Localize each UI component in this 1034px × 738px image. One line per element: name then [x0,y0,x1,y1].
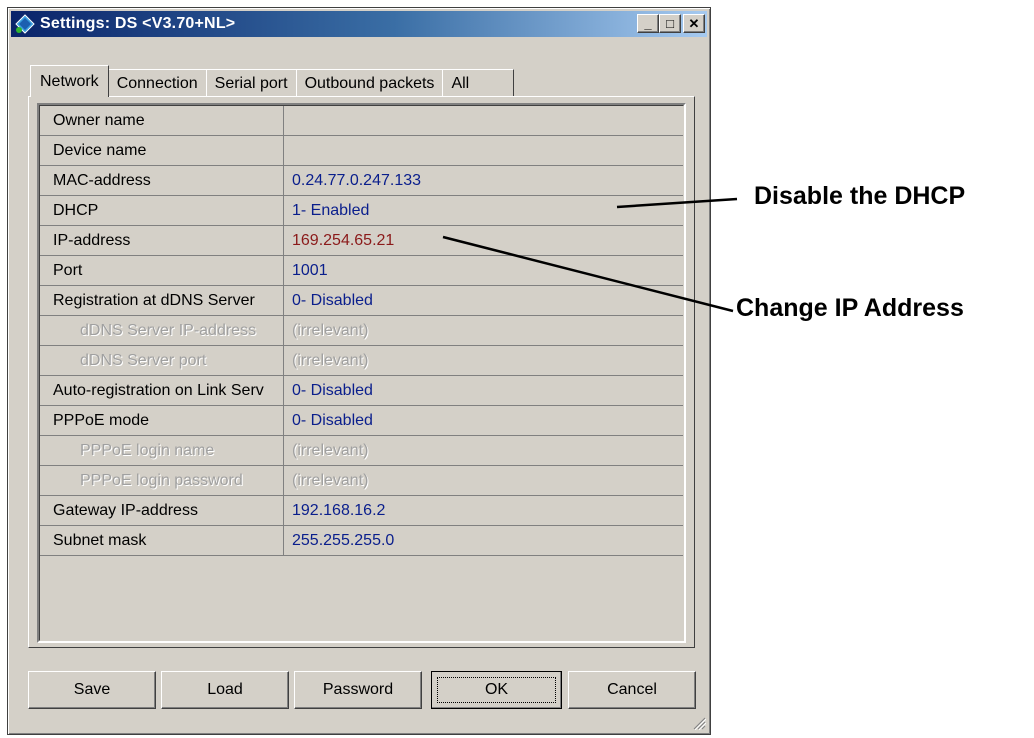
annotation-arrows [442,197,738,313]
ip-pointer-line [442,235,734,313]
dhcp-pointer-line [616,197,738,209]
annotation-change-ip: Change IP Address [736,294,964,322]
annotation-disable-dhcp: Disable the DHCP [754,182,966,210]
tab-network[interactable]: Network [30,65,109,97]
